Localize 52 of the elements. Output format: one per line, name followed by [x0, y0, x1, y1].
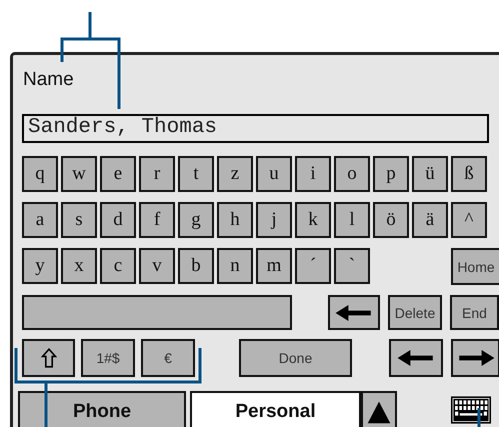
key[interactable]: f [139, 202, 175, 238]
key[interactable]: s [61, 202, 97, 238]
key[interactable]: v [139, 248, 175, 284]
key[interactable]: t [178, 156, 214, 192]
key[interactable]: j [256, 202, 292, 238]
key[interactable]: g [178, 202, 214, 238]
leader-line [478, 408, 480, 427]
key[interactable]: ö [373, 202, 409, 238]
key[interactable]: h [217, 202, 253, 238]
key[interactable]: a [22, 202, 58, 238]
key[interactable]: e [100, 156, 136, 192]
key[interactable]: p [373, 156, 409, 192]
key[interactable]: y [22, 248, 58, 284]
key[interactable]: € [141, 339, 195, 377]
key[interactable]: r [139, 156, 175, 192]
key[interactable]: z [217, 156, 253, 192]
shift-key[interactable] [22, 339, 75, 377]
key[interactable]: b [178, 248, 214, 284]
key[interactable]: ` [334, 248, 370, 284]
key[interactable]: o [334, 156, 370, 192]
key[interactable]: d [100, 202, 136, 238]
key[interactable]: w [61, 156, 97, 192]
key[interactable]: Home [451, 248, 499, 285]
key[interactable]: ü [412, 156, 448, 192]
key[interactable]: ß [451, 156, 487, 192]
key[interactable]: c [100, 248, 136, 284]
space-key[interactable] [22, 295, 292, 330]
key[interactable]: n [217, 248, 253, 284]
field-label: Name [23, 69, 75, 92]
key[interactable]: u [256, 156, 292, 192]
key[interactable]: x [61, 248, 97, 284]
input-field[interactable]: Sanders, Thomas [22, 114, 489, 143]
key[interactable]: ä [412, 202, 448, 238]
keyboard-icon[interactable] [451, 396, 491, 424]
key[interactable]: End [450, 295, 499, 330]
key[interactable]: ^ [451, 202, 487, 238]
left-arrow-icon [396, 347, 436, 369]
key[interactable]: m [256, 248, 292, 284]
key[interactable]: 1#$ [81, 339, 135, 377]
shift-arrow-icon [40, 347, 56, 369]
key[interactable]: k [295, 202, 331, 238]
right-arrow-key[interactable] [451, 339, 499, 377]
tab[interactable]: Phone [18, 391, 186, 427]
key[interactable]: Done [239, 339, 352, 377]
left-arrow-key[interactable] [389, 339, 443, 377]
key[interactable]: Delete [388, 295, 442, 330]
backspace-key[interactable] [328, 295, 380, 330]
tab[interactable]: Personal [190, 391, 361, 427]
key[interactable]: l [334, 202, 370, 238]
key[interactable]: q [22, 156, 58, 192]
key[interactable]: ´ [295, 248, 331, 284]
key[interactable]: i [295, 156, 331, 192]
